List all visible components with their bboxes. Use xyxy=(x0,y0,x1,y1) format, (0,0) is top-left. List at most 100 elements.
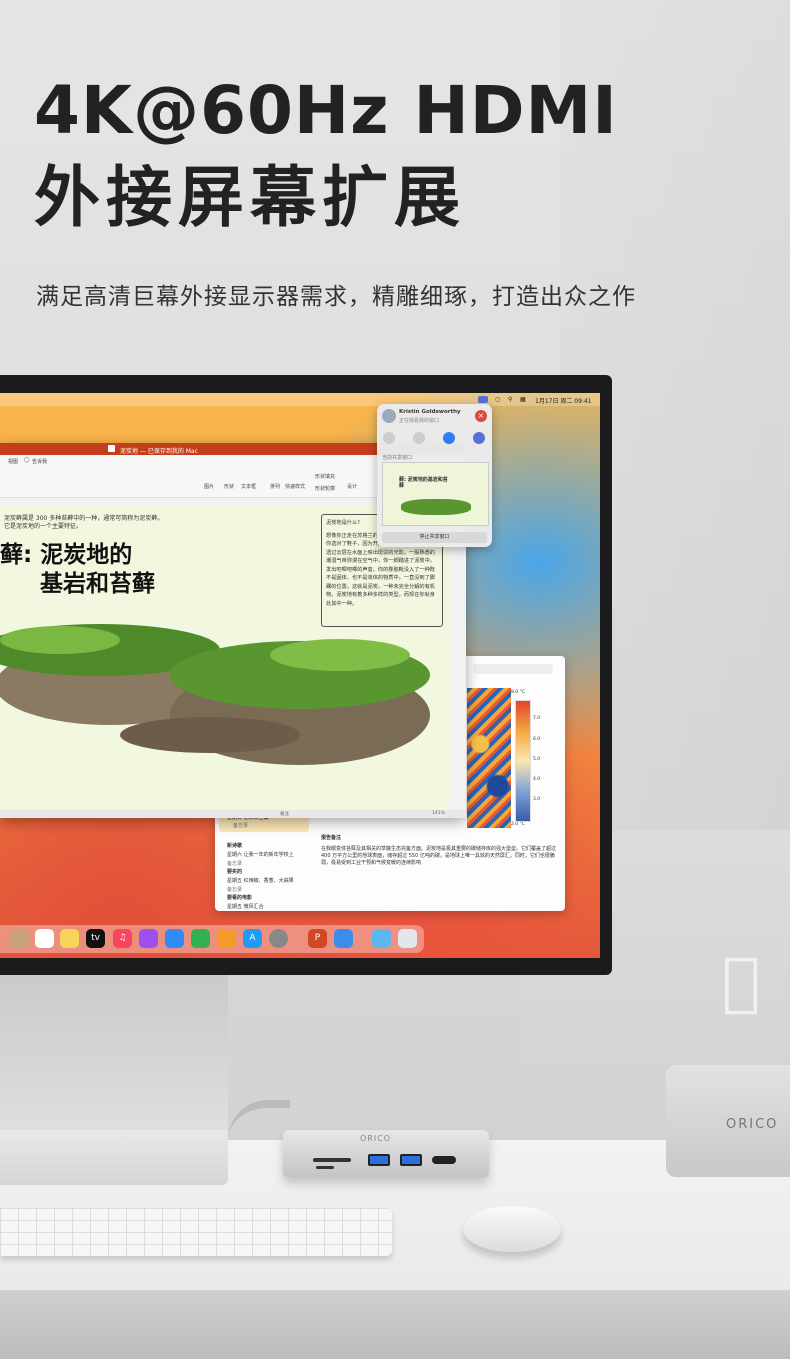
close-icon[interactable]: × xyxy=(475,410,487,422)
music-icon[interactable]: ♫ xyxy=(113,929,132,948)
usb-a-port xyxy=(368,1154,390,1166)
notes-search-input[interactable] xyxy=(473,664,553,674)
mac-menubar: ○ ⚲ ▦ 1月17日 周二 09:41 xyxy=(0,393,600,406)
slide-title: 藓: 泥炭地的 基岩和苔藓 xyxy=(0,541,155,599)
orico-brand-label: ORICO xyxy=(726,1117,779,1132)
ribbon-design[interactable]: 设计 xyxy=(347,483,357,490)
scale-tick: 6.0 xyxy=(533,737,541,742)
share-user-name: Kristin Goldsworthy xyxy=(399,409,461,415)
slide-title-line: 藓: 泥炭地的 xyxy=(0,542,133,568)
status-zoom[interactable]: 141% xyxy=(432,811,445,816)
apple-logo-icon:  xyxy=(722,945,760,1019)
stop-sharing-button[interactable]: 停止共享窗口 xyxy=(382,532,487,543)
headline-description: 满足高清巨幕外接显示器需求，精雕细琢，打造出众之作 xyxy=(36,284,636,310)
scale-top-label: 8.0 °C xyxy=(511,690,525,695)
tv-label: tv xyxy=(91,933,100,943)
notes-item-title: 要买的 xyxy=(227,869,243,875)
lightbulb-icon: ◯ xyxy=(24,457,30,463)
scale-tick: 4.0 xyxy=(533,777,541,782)
ppt-statusbar: 备注 141% xyxy=(0,810,466,818)
notes-body-title: 报告备注 xyxy=(321,835,342,841)
hub-cable xyxy=(228,1100,290,1153)
notes-item-title: 新诗歌 xyxy=(227,843,243,849)
window-title: 泥炭地 — 已保存到我的 Mac xyxy=(120,448,198,455)
numbers-icon[interactable] xyxy=(191,929,210,948)
slide-intro-text: 泥炭藓属是 300 多种苔藓中的一种，通常可简称为泥炭藓。 它是泥炭地的一个主要… xyxy=(4,515,163,531)
headline-title: 4K@60Hz HDMI xyxy=(34,72,618,149)
scale-bottom-label: 2.0 °C xyxy=(511,822,525,827)
avatar xyxy=(382,409,396,423)
desk-edge xyxy=(0,1290,790,1359)
mic-icon[interactable] xyxy=(413,432,425,444)
ribbon-picture[interactable]: 图片 xyxy=(204,483,214,490)
ribbon-textbox[interactable]: 文本框 xyxy=(241,483,256,490)
ribbon-quick-styles[interactable]: 快速样式 xyxy=(285,483,305,490)
share-status: 正在观看我的窗口 xyxy=(399,418,440,424)
heatmap-image xyxy=(467,688,511,828)
ribbon-shape-outline[interactable]: 形状轮廓 xyxy=(315,485,335,492)
hdmi-port xyxy=(432,1156,456,1164)
ribbon-arrange[interactable]: 排列 xyxy=(270,483,280,490)
pages-icon[interactable] xyxy=(217,929,236,948)
weather-icon[interactable] xyxy=(334,929,353,948)
scale-tick: 3.0 xyxy=(533,797,541,802)
folder-icon[interactable] xyxy=(372,929,391,948)
powerpoint-icon[interactable]: P xyxy=(308,929,327,948)
keyboard xyxy=(0,1208,392,1256)
notes-item-meta: 星期五 红辣椒、香葱、大蒜果 xyxy=(227,878,294,884)
share-section-label: 当前共享窗口 xyxy=(382,455,413,461)
usb-a-port xyxy=(400,1154,422,1166)
video-icon[interactable] xyxy=(443,432,455,444)
notes-item-folder: 备忘录 xyxy=(227,887,243,893)
ribbon-shape-fill[interactable]: 形状填充 xyxy=(315,473,335,480)
notes-item-meta: 星期五 微风汇合 xyxy=(227,904,264,910)
menubar-datetime[interactable]: 1月17日 周二 09:41 xyxy=(535,396,592,405)
notes-icon[interactable] xyxy=(60,929,79,948)
keynote-icon[interactable] xyxy=(165,929,184,948)
wifi-icon[interactable]: ○ xyxy=(495,396,500,403)
powerpoint-app-icon xyxy=(108,445,115,452)
monitor-stand xyxy=(0,975,228,1140)
tv-icon[interactable]: tv xyxy=(86,929,105,948)
tf-card-slot xyxy=(316,1166,334,1169)
scale-tick: 7.0 xyxy=(533,716,541,721)
control-center-icon[interactable]: ▦ xyxy=(520,396,526,403)
hub-brand-label: ORICO xyxy=(360,1134,392,1143)
status-notes[interactable]: 备注 xyxy=(280,811,289,817)
notes-item-meta: 星期六 让我一年的新年学校上 xyxy=(227,852,294,858)
menu-tell-me[interactable]: 告诉我 xyxy=(32,458,47,465)
trash-icon[interactable] xyxy=(398,929,417,948)
search-icon[interactable]: ⚲ xyxy=(508,396,512,403)
monitor-stand-base xyxy=(0,1130,228,1185)
share-thumbnail-moss xyxy=(401,499,471,515)
menu-view[interactable]: 视图 xyxy=(8,458,18,465)
notes-list-item[interactable]: 要看的电影 星期五 微风汇合 xyxy=(227,894,307,910)
notes-item-title: 要看的电影 xyxy=(227,895,253,901)
notes-item-folder: 备忘录 xyxy=(227,861,243,867)
system-settings-icon[interactable] xyxy=(269,929,288,948)
share-thumbnail-title: 藓: 泥炭地的基岩和苔藓 xyxy=(399,477,448,489)
reminders-icon[interactable] xyxy=(35,929,54,948)
slide-intro-line: 泥炭藓属是 300 多种苔藓中的一种，通常可简称为泥炭藓。 xyxy=(4,515,164,522)
screen-icon[interactable] xyxy=(473,432,485,444)
sd-card-slot xyxy=(313,1158,351,1162)
ribbon-shapes[interactable]: 形状 xyxy=(224,483,234,490)
mouse xyxy=(463,1206,561,1252)
scale-tick: 5.0 xyxy=(533,757,541,762)
notes-body-text: 在我眼变体苔藓及其相关的草藤生态完备方面。泥炭地是极其重要的碳储存库的强大堡垒。… xyxy=(321,846,557,866)
slide-intro-line: 它是泥炭地的一个主要特征。 xyxy=(4,523,83,530)
podcasts-icon[interactable] xyxy=(139,929,158,948)
headline-subtitle-large: 外接屏幕扩展 xyxy=(34,159,466,236)
notes-list-item[interactable]: 新诗歌 星期六 让我一年的新年学校上 备忘录 xyxy=(227,842,307,867)
screen-share-popover[interactable]: Kristin Goldsworthy 正在观看我的窗口 × 当前共享窗口 藓:… xyxy=(377,404,492,547)
temperature-scale xyxy=(515,700,531,822)
moss-rock-image xyxy=(0,624,430,765)
message-icon[interactable] xyxy=(383,432,395,444)
notes-list-item[interactable]: 要买的 星期五 红辣椒、香葱、大蒜果 备忘录 xyxy=(227,868,307,893)
mac-dock: tv ♫ A P xyxy=(0,925,424,953)
screen-share-icon[interactable] xyxy=(478,396,488,403)
share-thumbnail[interactable]: 藓: 泥炭地的基岩和苔藓 xyxy=(382,462,489,526)
notes-item-folder: 备忘录 xyxy=(233,823,249,829)
app-store-icon[interactable]: A xyxy=(243,929,262,948)
contacts-icon[interactable] xyxy=(10,929,29,948)
